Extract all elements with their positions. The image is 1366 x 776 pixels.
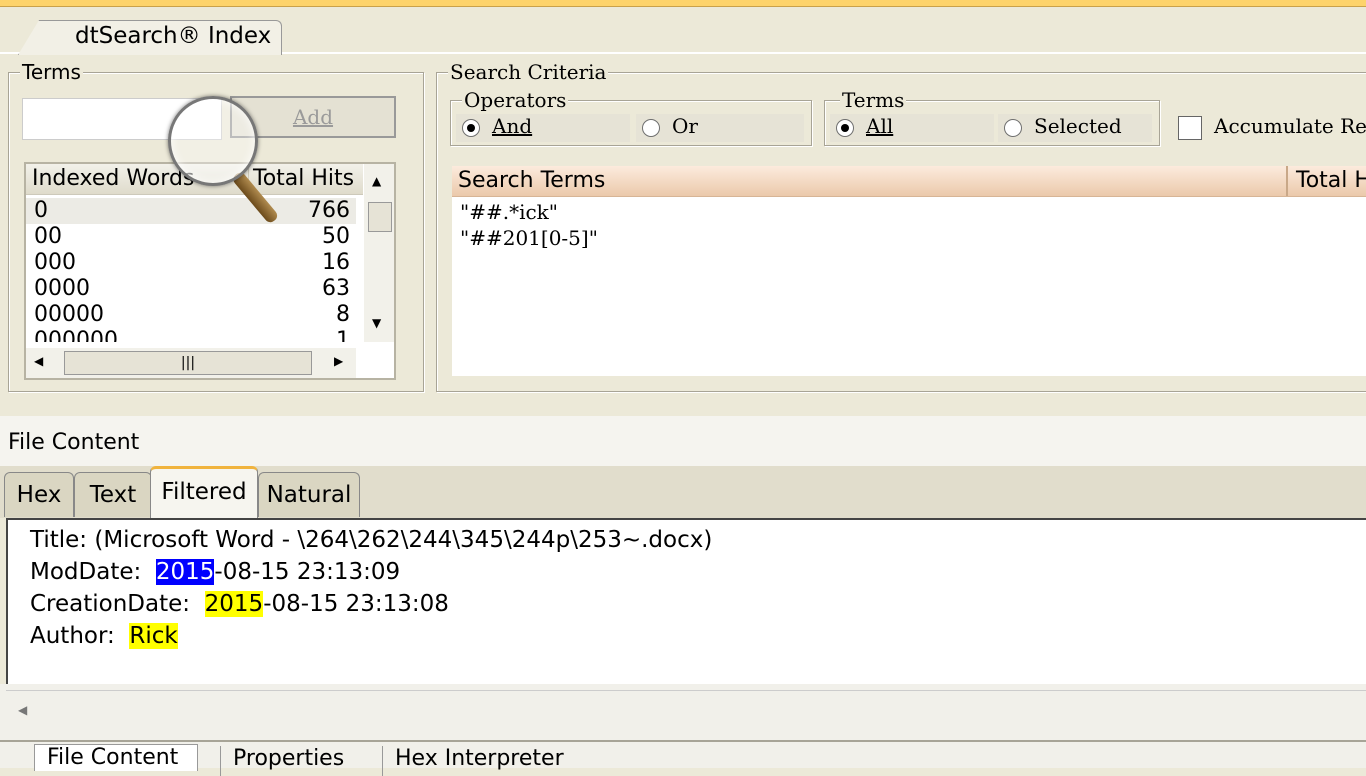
list-horizontal-scrollbar[interactable]: ◀ ||| ▶	[26, 348, 356, 378]
search-hit[interactable]: Rick	[129, 623, 178, 649]
radio-all[interactable]	[836, 119, 854, 137]
scroll-left-icon[interactable]: ◀	[34, 354, 43, 368]
operators-title: Operators	[462, 88, 569, 112]
search-terms-list[interactable]: Search Terms Total H "##.*ick" "##201[0-…	[452, 166, 1366, 376]
list-item[interactable]: 000 16	[26, 250, 356, 276]
scroll-down-icon[interactable]: ▼	[372, 316, 381, 330]
scroll-up-icon[interactable]: ▲	[372, 174, 381, 188]
content-line-creationdate: CreationDate: 2015-08-15 23:13:08	[30, 591, 449, 617]
top-accent-line	[0, 6, 1366, 7]
radio-or[interactable]	[642, 119, 660, 137]
list-item[interactable]: 0 766	[26, 198, 356, 224]
scroll-thumb[interactable]	[368, 202, 392, 232]
terms-option-title: Terms	[840, 88, 907, 112]
bottom-tab-line	[0, 740, 1366, 742]
search-hit[interactable]: 2015	[204, 591, 264, 617]
tab-natural[interactable]: Natural	[258, 472, 360, 517]
search-terms-header: Search Terms Total H	[452, 166, 1366, 197]
search-term-row[interactable]: "##.*ick"	[460, 200, 558, 224]
operator-or-option[interactable]: Or	[636, 114, 804, 142]
radio-selected[interactable]	[1004, 119, 1022, 137]
file-content-pane[interactable]: Title: (Microsoft Word - \264\262\244\34…	[6, 518, 1366, 686]
bottom-tab-hex-interpreter[interactable]: Hex Interpreter	[382, 746, 564, 776]
content-horizontal-scrollbar[interactable]: ◀	[6, 690, 1366, 731]
bottom-tab-file-content[interactable]: File Content	[34, 744, 198, 771]
search-criteria-title: Search Criteria	[448, 60, 609, 84]
magnifier-icon	[168, 96, 258, 186]
current-hit[interactable]: 2015	[155, 559, 215, 585]
scroll-left-icon[interactable]: ◀	[18, 703, 27, 717]
accumulate-label: Accumulate Res	[1214, 114, 1366, 138]
content-line-moddate: ModDate: 2015-08-15 23:13:09	[30, 559, 401, 585]
content-line-author: Author: Rick	[30, 623, 178, 649]
list-item[interactable]: 00 50	[26, 224, 356, 250]
tab-filtered[interactable]: Filtered	[150, 466, 258, 521]
terms-group-title: Terms	[20, 60, 83, 84]
indexed-words-list[interactable]: Indexed Words Total Hits 0 766 00 50 000 16…	[24, 162, 396, 380]
scroll-right-icon[interactable]: ▶	[334, 354, 343, 368]
bottom-tab-properties[interactable]: Properties	[220, 746, 344, 776]
list-item[interactable]: 0000 63	[26, 276, 356, 302]
tab-hex[interactable]: Hex	[4, 472, 74, 517]
list-item[interactable]: 00000 8	[26, 302, 356, 328]
tab-label: dtSearch® Index	[75, 23, 272, 49]
list-item[interactable]: 000000 1	[26, 328, 356, 342]
content-line-title: Title: (Microsoft Word - \264\262\244\34…	[30, 527, 713, 553]
col-header-search-terms[interactable]: Search Terms	[458, 168, 605, 193]
terms-all-option[interactable]: All	[830, 114, 994, 142]
terms-selected-option[interactable]: Selected	[998, 114, 1152, 142]
tab-text[interactable]: Text	[74, 472, 152, 517]
list-vertical-scrollbar[interactable]: ▲ ▼	[364, 164, 394, 342]
file-content-title: File Content	[8, 430, 140, 455]
file-content-header: File Content	[0, 416, 1366, 466]
accumulate-checkbox[interactable]	[1178, 116, 1202, 140]
search-term-row[interactable]: "##201[0-5]"	[460, 226, 598, 250]
column-divider	[1286, 166, 1288, 196]
operator-and-option[interactable]: And	[456, 114, 630, 142]
radio-and[interactable]	[462, 119, 480, 137]
col-header-total-hits[interactable]: Total Hits	[248, 164, 363, 195]
tab-dtsearch-index[interactable]: dtSearch® Index	[18, 20, 282, 55]
hscroll-thumb[interactable]: |||	[64, 351, 312, 375]
col-header-total-hits-terms[interactable]: Total H	[1296, 168, 1366, 193]
